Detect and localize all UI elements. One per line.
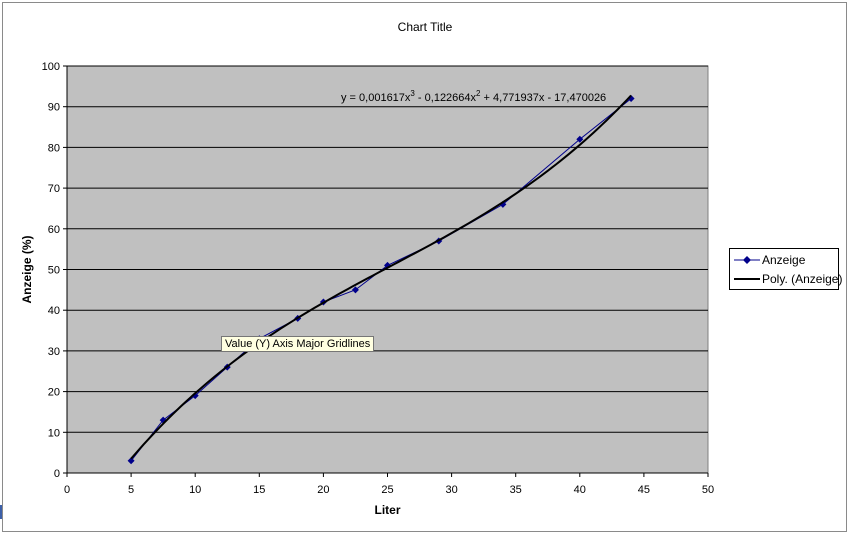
y-tick-label: 30 — [48, 346, 60, 358]
x-tick-label: 10 — [189, 484, 201, 496]
x-tick-label: 30 — [445, 484, 457, 496]
y-tick-label: 80 — [48, 142, 60, 154]
legend-label: Poly. (Anzeige) — [762, 272, 843, 286]
legend-entry-poly[interactable]: Poly. (Anzeige) — [733, 271, 842, 287]
x-tick-label: 0 — [64, 484, 70, 496]
y-tick-label: 0 — [54, 468, 60, 480]
equation-part: y = 0,001617x — [341, 92, 411, 104]
legend[interactable]: Anzeige Poly. (Anzeige) — [729, 248, 842, 290]
y-tick-label: 60 — [48, 224, 60, 236]
y-tick-label: 20 — [48, 387, 60, 399]
x-tick-label: 45 — [638, 484, 650, 496]
equation-part: - 0,122664x — [415, 92, 477, 104]
plot-svg[interactable]: 0 5 10 15 20 25 30 35 40 45 50 0 10 20 30 40 50 60 70 80 90… — [0, 0, 850, 535]
trendline-equation-label[interactable]: y = 0,001617x3 - 0,122664x2 + 4,771937x … — [341, 89, 606, 104]
x-tick-label: 25 — [381, 484, 393, 496]
y-tick-label: 90 — [48, 102, 60, 114]
y-axis[interactable]: 0 10 20 30 40 50 60 70 80 90 100 — [42, 61, 67, 480]
diamond-marker-icon — [733, 254, 761, 266]
x-tick-label: 5 — [128, 484, 134, 496]
legend-label: Anzeige — [762, 253, 806, 267]
legend-entry-anzeige[interactable]: Anzeige — [733, 252, 805, 268]
y-tick-label: 40 — [48, 305, 60, 317]
x-tick-label: 35 — [510, 484, 522, 496]
tooltip: Value (Y) Axis Major Gridlines — [221, 336, 375, 352]
x-axis[interactable]: 0 5 10 15 20 25 30 35 40 45 50 — [64, 473, 714, 496]
y-axis-title[interactable]: Anzeige (%) — [20, 235, 34, 303]
y-tick-label: 50 — [48, 265, 60, 277]
x-axis-title[interactable]: Liter — [374, 503, 400, 517]
equation-part: + 4,771937x - 17,470026 — [480, 92, 606, 104]
y-tick-label: 10 — [48, 427, 60, 439]
x-tick-label: 50 — [702, 484, 714, 496]
y-tick-label: 70 — [48, 183, 60, 195]
x-tick-label: 15 — [253, 484, 265, 496]
x-tick-label: 40 — [574, 484, 586, 496]
y-tick-label: 100 — [42, 61, 60, 73]
trendline-swatch-icon — [733, 273, 761, 285]
x-tick-label: 20 — [317, 484, 329, 496]
